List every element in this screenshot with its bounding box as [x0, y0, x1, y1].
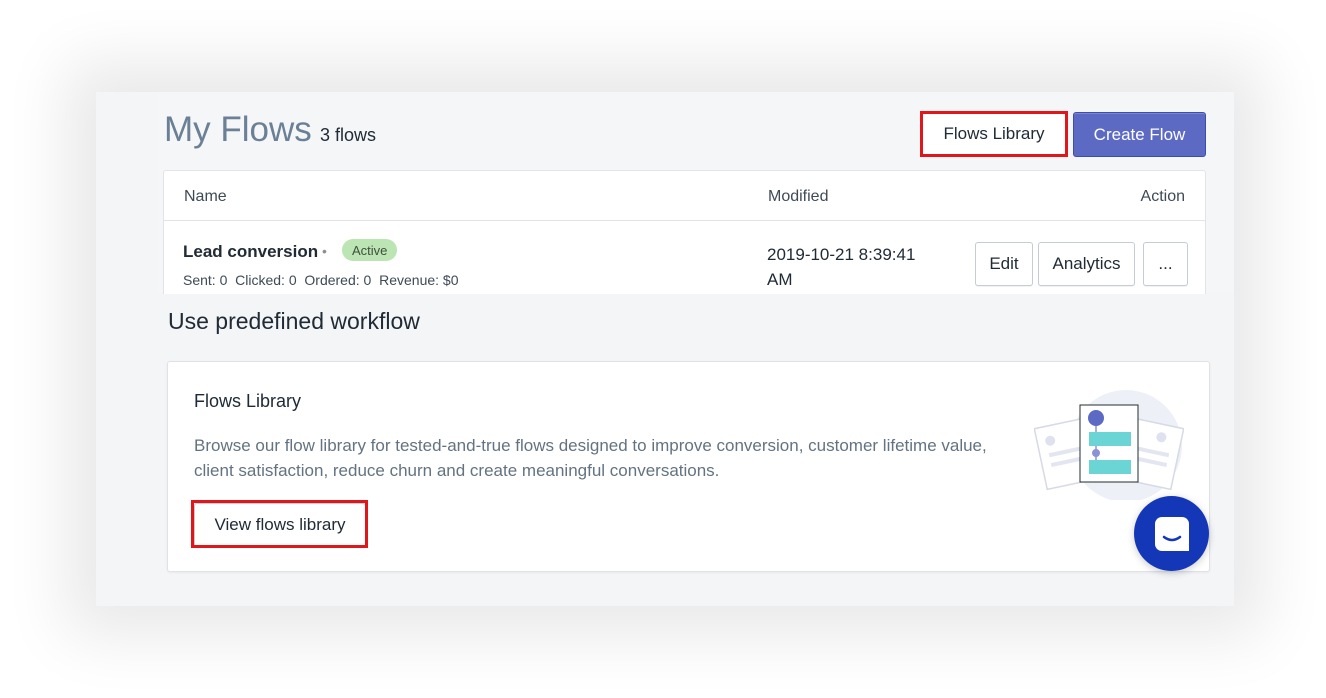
chat-icon: [1154, 516, 1189, 551]
analytics-button[interactable]: Analytics: [1038, 242, 1135, 286]
flows-library-card: Flows Library Browse our flow library fo…: [167, 361, 1210, 572]
flows-table: Name Modified Action Lead conversion • A…: [163, 170, 1206, 294]
card-title: Flows Library: [194, 391, 302, 411]
modified-date: 2019-10-21 8:39:41 AM: [767, 245, 916, 289]
chat-launcher-button[interactable]: [1134, 496, 1209, 571]
flows-library-button[interactable]: Flows Library: [922, 112, 1066, 156]
separator-dot: •: [322, 243, 327, 259]
column-header-modified[interactable]: Modified: [768, 188, 828, 206]
flow-count: 3 flows: [320, 125, 377, 145]
create-flow-button[interactable]: Create Flow: [1073, 112, 1206, 157]
status-badge: Active: [342, 239, 398, 261]
section-title: Use predefined workflow: [168, 308, 420, 334]
card-description: Browse our flow library for tested-and-t…: [194, 436, 987, 480]
view-flows-library-button[interactable]: View flows library: [194, 503, 366, 547]
page-title: My Flows: [164, 110, 312, 149]
column-header-action: Action: [1140, 188, 1185, 205]
column-header-name[interactable]: Name: [184, 188, 227, 206]
more-actions-button[interactable]: ...: [1143, 242, 1188, 286]
flow-stats: Sent: 0 Clicked: 0 Ordered: 0 Revenue: $…: [183, 272, 459, 288]
edit-button[interactable]: Edit: [975, 242, 1033, 286]
flow-diagram-illustration-icon: [1034, 390, 1184, 500]
divider: [164, 220, 1205, 221]
flow-name-link[interactable]: Lead conversion: [183, 242, 318, 262]
